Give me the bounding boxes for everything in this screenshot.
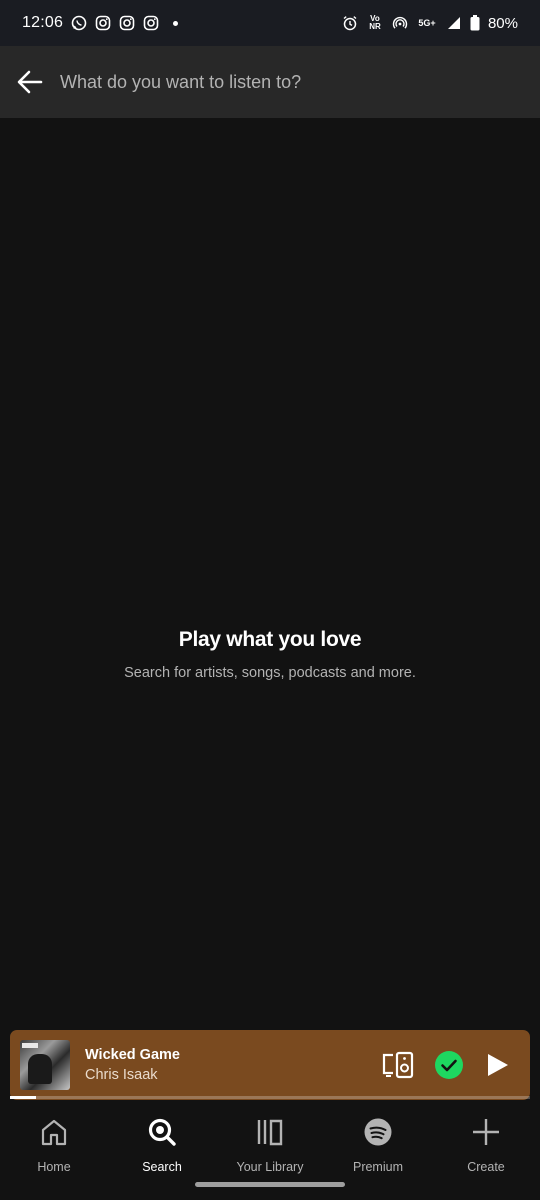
album-cover <box>20 1040 70 1090</box>
connect-device-button[interactable] <box>382 1051 414 1079</box>
devices-icon <box>382 1051 414 1079</box>
empty-state-subtitle: Search for artists, songs, podcasts and … <box>124 665 416 681</box>
arrow-left-icon <box>17 70 43 94</box>
instagram-icon <box>143 15 159 31</box>
play-icon <box>488 1054 508 1076</box>
more-notifications-dot <box>173 20 179 26</box>
search-input[interactable] <box>60 57 540 107</box>
nav-label-create: Create <box>467 1160 505 1174</box>
whatsapp-icon <box>71 15 87 31</box>
playback-progress <box>10 1096 530 1099</box>
playback-progress-fill <box>10 1096 36 1099</box>
track-info[interactable]: Wicked Game Chris Isaak <box>85 1047 382 1083</box>
status-time: 12:06 <box>22 14 64 31</box>
now-playing-bar[interactable]: Wicked Game Chris Isaak <box>10 1030 530 1100</box>
battery-percent: 80% <box>487 14 518 32</box>
volte-label: Vo NR <box>369 14 381 31</box>
nav-label-library: Your Library <box>236 1160 304 1174</box>
track-artist: Chris Isaak <box>85 1067 158 1083</box>
spotify-icon <box>364 1118 392 1146</box>
status-bar: 12:06 Vo NR 5G+ 80% <box>0 0 540 46</box>
library-icon <box>257 1119 283 1146</box>
check-circle-icon <box>435 1051 463 1079</box>
nav-home[interactable]: Home <box>0 1100 108 1200</box>
hotspot-icon <box>392 16 408 29</box>
signal-icon <box>447 17 460 29</box>
nav-label-premium: Premium <box>352 1160 403 1174</box>
home-icon <box>41 1119 67 1146</box>
alarm-icon <box>343 16 357 31</box>
instagram-icon <box>119 15 135 31</box>
liked-button[interactable] <box>434 1050 464 1080</box>
track-title: Wicked Game <box>85 1047 180 1063</box>
network-type: 5G+ <box>418 18 436 28</box>
plus-icon <box>473 1119 499 1145</box>
nav-label-home: Home <box>37 1160 71 1174</box>
search-bar <box>0 46 540 118</box>
back-button[interactable] <box>0 46 60 118</box>
battery-icon <box>470 15 480 31</box>
search-icon <box>148 1118 176 1146</box>
empty-state-title: Play what you love <box>178 628 362 651</box>
empty-state: Play what you love Search for artists, s… <box>0 628 540 681</box>
nav-label-search: Search <box>142 1160 182 1174</box>
home-indicator[interactable] <box>195 1182 345 1187</box>
play-button[interactable] <box>484 1052 510 1078</box>
instagram-icon <box>95 15 111 31</box>
nav-create[interactable]: Create <box>432 1100 540 1200</box>
